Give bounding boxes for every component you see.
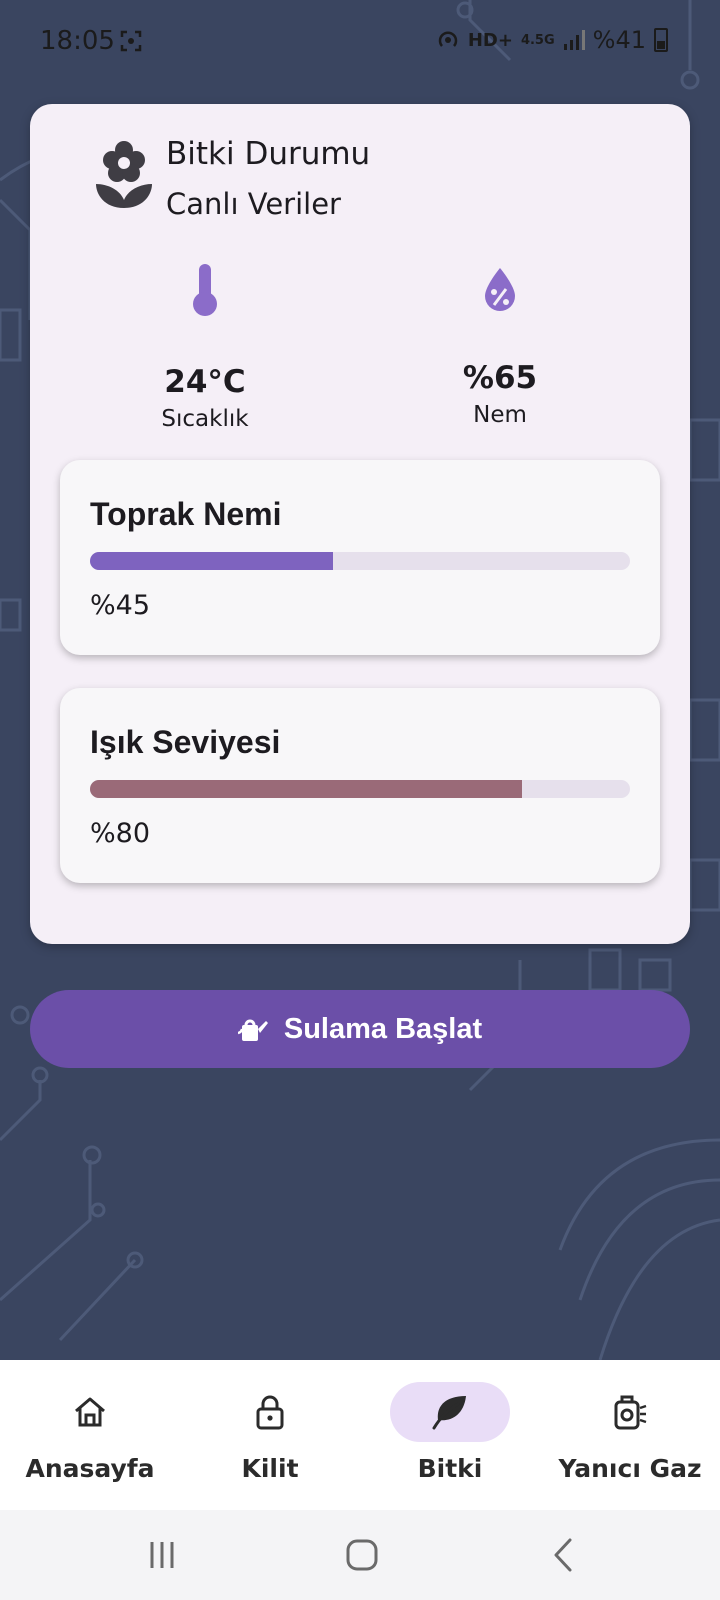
soil-moisture-title: Toprak Nemi [90, 496, 282, 532]
nav-item-plant[interactable]: Bitki [360, 1360, 540, 1510]
network-type: HD+ [467, 29, 513, 51]
status-indicators: HD+ 4.5G %41 [436, 26, 668, 54]
status-time: 18:05 [40, 26, 115, 56]
flower-icon [96, 141, 152, 208]
bottom-navigation: Anasayfa Kilit Bitki Yanıcı Gaz [0, 1360, 720, 1510]
nav-label-plant: Bitki [417, 1454, 483, 1483]
nav-item-home[interactable]: Anasayfa [0, 1360, 180, 1510]
plant-status-card: Bitki Durumu Canlı Veriler 24°C Sıcaklık… [30, 104, 690, 944]
signal-icon [563, 30, 585, 50]
soil-moisture-bar [90, 552, 630, 570]
light-level-bar [90, 780, 630, 798]
temperature-metric: 24°C Sıcaklık [105, 264, 305, 432]
humidity-value: %65 [462, 360, 538, 396]
humidity-icon [485, 268, 515, 311]
humidity-label: Nem [473, 402, 527, 428]
battery-percent: %41 [592, 26, 646, 54]
light-level-title: Işık Seviyesi [90, 724, 281, 760]
system-navigation-bar [0, 1510, 720, 1600]
start-irrigation-button[interactable]: Sulama Başlat [30, 990, 690, 1068]
home-button-icon[interactable] [332, 1532, 392, 1578]
leaf-icon [432, 1396, 466, 1430]
light-level-card: Işık Seviyesi %80 [60, 688, 660, 883]
status-bar: 18:05 HD+ 4.5G %41 [0, 0, 720, 80]
nav-label-home: Anasayfa [25, 1454, 155, 1483]
nav-item-lock[interactable]: Kilit [180, 1360, 360, 1510]
card-title: Bitki Durumu [166, 136, 371, 172]
back-icon[interactable] [534, 1532, 594, 1578]
light-level-fill [90, 780, 522, 798]
recent-apps-icon[interactable] [132, 1532, 192, 1578]
gas-icon [614, 1395, 647, 1430]
soil-moisture-value: %45 [90, 590, 151, 621]
hotspot-icon [438, 31, 458, 47]
nav-label-lock: Kilit [241, 1454, 299, 1483]
lock-icon [256, 1395, 284, 1430]
nav-item-gas[interactable]: Yanıcı Gaz [540, 1360, 720, 1510]
signal-type: 4.5G [520, 32, 555, 48]
thermometer-icon [193, 264, 217, 316]
temperature-value: 24°C [164, 364, 246, 400]
soil-moisture-fill [90, 552, 333, 570]
humidity-metric: %65 Nem [400, 264, 600, 428]
battery-icon [654, 28, 668, 52]
temperature-label: Sıcaklık [161, 406, 249, 432]
soil-moisture-card: Toprak Nemi %45 [60, 460, 660, 655]
card-header: Bitki Durumu Canlı Veriler [94, 134, 370, 224]
nav-label-gas: Yanıcı Gaz [558, 1454, 702, 1483]
light-level-value: %80 [90, 818, 151, 849]
screen-record-icon [120, 30, 142, 52]
start-irrigation-label: Sulama Başlat [283, 1012, 483, 1045]
home-icon [75, 1397, 105, 1427]
watering-can-icon [237, 1019, 268, 1041]
card-subtitle: Canlı Veriler [166, 187, 341, 221]
